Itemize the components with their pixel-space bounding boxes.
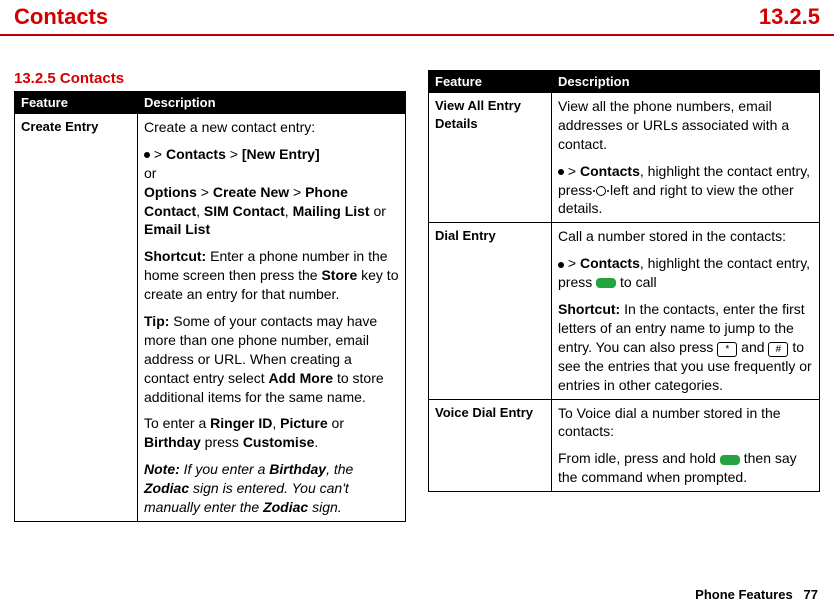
left-table: Feature Description Create Entry Create … — [14, 91, 406, 522]
page-footer: Phone Features 77 — [695, 587, 818, 602]
note-text-a: If you enter a — [180, 461, 270, 477]
r3-text-a: From idle, press and hold — [558, 450, 720, 466]
header-version: 13.2.5 — [759, 4, 820, 30]
center-key-icon — [144, 152, 150, 158]
right-column: Feature Description View All Entry Detai… — [428, 70, 820, 522]
r2-text-c: to call — [616, 274, 656, 290]
enter-para: To enter a Ringer ID, Picture or Birthda… — [144, 414, 399, 452]
center-key-icon — [558, 262, 564, 268]
note-text-b: , the — [326, 461, 353, 477]
table-header-row: Feature Description — [15, 92, 406, 114]
zodiac-label-2: Zodiac — [263, 499, 308, 515]
footer-section: Phone Features — [695, 587, 793, 602]
page-header: Contacts 13.2.5 — [0, 0, 834, 36]
shortcut-para: Shortcut: Enter a phone number in the ho… — [144, 247, 399, 304]
description-cell: Call a number stored in the contacts: > … — [552, 223, 820, 399]
add-more-label: Add More — [269, 370, 334, 386]
options-label: Options — [144, 184, 197, 200]
picture-label: Picture — [280, 415, 327, 431]
hash-key-icon: # — [768, 342, 788, 357]
shortcut-label: Shortcut: — [558, 301, 620, 317]
note-text-d: sign. — [308, 499, 341, 515]
note-para: Note: If you enter a Birthday, the Zodia… — [144, 460, 399, 517]
enter-text-a: To enter a — [144, 415, 210, 431]
r3-path: From idle, press and hold then say the c… — [558, 449, 813, 487]
r2-shortcut: Shortcut: In the contacts, enter the fir… — [558, 300, 813, 395]
send-key-icon — [596, 278, 616, 288]
th-description: Description — [138, 92, 406, 114]
zodiac-label: Zodiac — [144, 480, 189, 496]
center-key-icon — [558, 169, 564, 175]
nav-path-1: > Contacts > [New Entry] — [144, 145, 399, 164]
header-title: Contacts — [14, 4, 108, 30]
r2-path: > Contacts, highlight the contact entry,… — [558, 254, 813, 292]
note-label: Note: — [144, 461, 180, 477]
ringer-id-label: Ringer ID — [210, 415, 272, 431]
th-feature: Feature — [429, 71, 552, 93]
feature-cell: Voice Dial Entry — [429, 399, 552, 492]
table-row: Dial Entry Call a number stored in the c… — [429, 223, 820, 399]
table-row: Create Entry Create a new contact entry:… — [15, 114, 406, 522]
th-description: Description — [552, 71, 820, 93]
r3-intro: To Voice dial a number stored in the con… — [558, 405, 781, 440]
enter-text-b: press — [201, 434, 243, 450]
shortcut-label: Shortcut: — [144, 248, 206, 264]
description-cell: View all the phone numbers, email addres… — [552, 93, 820, 223]
left-column: 13.2.5 Contacts Feature Description Crea… — [14, 70, 406, 522]
tip-para: Tip: Some of your contacts may have more… — [144, 312, 399, 406]
send-key-icon — [720, 455, 740, 465]
birthday-label: Birthday — [144, 434, 201, 450]
contacts-label: Contacts — [580, 255, 640, 271]
footer-page: 77 — [804, 587, 818, 602]
customise-label: Customise — [243, 434, 315, 450]
store-key-label: Store — [321, 267, 357, 283]
feature-cell: Create Entry — [15, 114, 138, 522]
r2-short-b: and — [737, 339, 768, 355]
feature-cell: Dial Entry — [429, 223, 552, 399]
th-feature: Feature — [15, 92, 138, 114]
table-row: Voice Dial Entry To Voice dial a number … — [429, 399, 820, 492]
section-title: 13.2.5 Contacts — [14, 70, 406, 87]
table-header-row: Feature Description — [429, 71, 820, 93]
content-columns: 13.2.5 Contacts Feature Description Crea… — [0, 36, 834, 522]
or-text: or — [144, 164, 399, 183]
description-cell: Create a new contact entry: > Contacts >… — [138, 114, 406, 522]
nav-path-2: Options > Create New > Phone Contact, SI… — [144, 183, 399, 240]
email-list-label: Email List — [144, 221, 210, 237]
r1-path: > Contacts, highlight the contact entry,… — [558, 162, 813, 219]
star-key-icon: * — [717, 342, 737, 357]
r1-intro: View all the phone numbers, email addres… — [558, 98, 789, 152]
contacts-label: Contacts — [166, 146, 226, 162]
new-entry-label: [New Entry] — [242, 146, 320, 162]
r2-intro: Call a number stored in the contacts: — [558, 228, 786, 244]
create-new-label: Create New — [213, 184, 289, 200]
table-row: View All Entry Details View all the phon… — [429, 93, 820, 223]
intro-text: Create a new contact entry: — [144, 119, 315, 135]
tip-label: Tip: — [144, 313, 169, 329]
sim-contact-label: SIM Contact — [204, 203, 285, 219]
right-table: Feature Description View All Entry Detai… — [428, 70, 820, 492]
description-cell: To Voice dial a number stored in the con… — [552, 399, 820, 492]
nav-key-icon — [596, 186, 606, 196]
feature-cell: View All Entry Details — [429, 93, 552, 223]
mailing-list-label: Mailing List — [293, 203, 370, 219]
birthday-label-2: Birthday — [269, 461, 326, 477]
contacts-label: Contacts — [580, 163, 640, 179]
